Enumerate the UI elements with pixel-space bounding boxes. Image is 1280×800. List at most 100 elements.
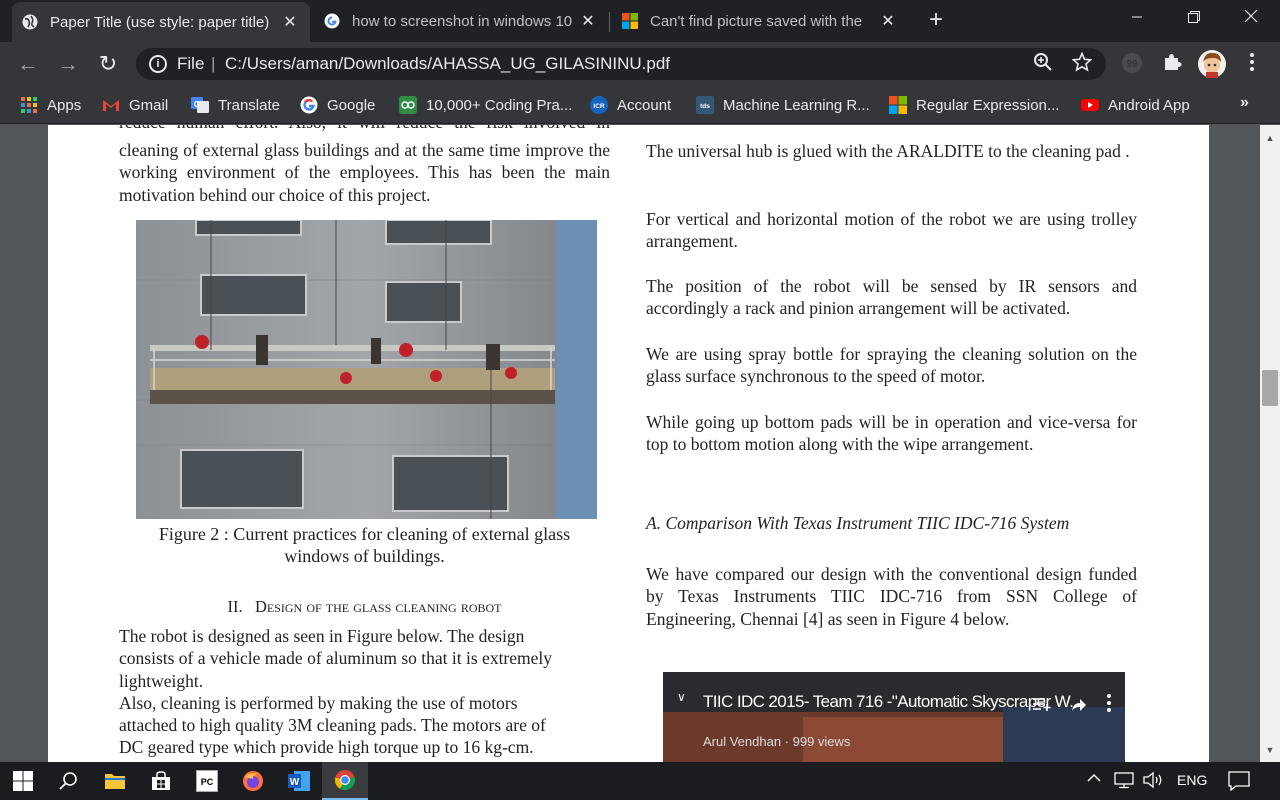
bookmark-label: 10,000+ Coding Pra... xyxy=(426,96,573,114)
reload-button[interactable]: ↻ xyxy=(94,50,122,78)
language-indicator[interactable]: ENG xyxy=(1177,772,1207,788)
extension-chat-icon[interactable]: 99 xyxy=(1120,52,1144,76)
volume-icon[interactable] xyxy=(1143,771,1165,792)
google-icon xyxy=(324,13,340,29)
bookmark-regular-expression[interactable]: Regular Expression... xyxy=(889,94,1059,116)
close-window-button[interactable] xyxy=(1222,0,1279,38)
embedded-video[interactable]: ∨ TIIC IDC 2015- Team 716 -"Automatic Sk… xyxy=(663,672,1125,762)
word-button[interactable]: W xyxy=(276,762,322,800)
queue-icon[interactable] xyxy=(1033,696,1051,717)
info-icon[interactable]: i xyxy=(149,55,167,73)
svg-text:ICR: ICR xyxy=(593,103,605,110)
store-button[interactable] xyxy=(138,762,184,800)
tab-title: how to screenshot in windows 10 xyxy=(352,12,573,30)
bookmark-coding-practice[interactable]: 10,000+ Coding Pra... xyxy=(399,94,572,116)
bookmark-label: Apps xyxy=(47,96,82,114)
tab-screenshot-search[interactable]: how to screenshot in windows 10 ✕ xyxy=(314,3,608,39)
scheme-separator: | xyxy=(211,54,216,73)
bookmark-star-icon[interactable] xyxy=(1070,51,1094,76)
windows-logo-icon xyxy=(13,771,33,791)
video-menu-icon[interactable] xyxy=(1107,694,1111,717)
store-bag-icon xyxy=(152,771,170,790)
bookmark-label: Account xyxy=(617,96,672,114)
network-icon[interactable] xyxy=(1114,771,1134,792)
caption-line-2: windows of buildings. xyxy=(284,546,445,566)
chevron-down-icon[interactable]: ∨ xyxy=(677,690,686,704)
cut-off-line: reduce human effort. Also, it will reduc… xyxy=(119,125,610,133)
pc-icon: PC xyxy=(196,770,218,792)
tab-close-icon[interactable]: ✕ xyxy=(878,11,898,31)
globe-icon xyxy=(22,14,38,30)
tab-strip: Paper Title (use style: paper title) ✕ h… xyxy=(0,0,1280,42)
new-tab-button[interactable]: + xyxy=(922,6,950,34)
restore-button[interactable] xyxy=(1165,0,1222,38)
extensions-puzzle-icon[interactable] xyxy=(1160,52,1184,76)
tab-close-icon[interactable]: ✕ xyxy=(280,12,300,32)
bookmark-label: Regular Expression... xyxy=(916,96,1060,114)
search-icon xyxy=(59,772,77,790)
design-line: consists of a vehicle made of aluminum s… xyxy=(119,648,553,669)
minimize-icon xyxy=(1131,16,1142,18)
scroll-up-icon[interactable]: ▲ xyxy=(1260,133,1280,143)
forward-button[interactable]: → xyxy=(54,50,82,78)
section-title: Design of the glass cleaning robot xyxy=(254,597,502,616)
chrome-button[interactable] xyxy=(322,762,368,800)
tab-close-icon[interactable]: ✕ xyxy=(578,11,598,31)
tab-cant-find-picture[interactable]: Can't find picture saved with the ✕ xyxy=(612,3,908,39)
svg-text:G: G xyxy=(194,100,200,109)
search-button[interactable] xyxy=(46,762,92,800)
bookmark-label: Translate xyxy=(218,96,280,114)
bookmark-account[interactable]: ICR Account xyxy=(590,94,671,116)
scroll-down-icon[interactable]: ▼ xyxy=(1260,745,1280,755)
coding-icon xyxy=(399,96,417,114)
video-title[interactable]: TIIC IDC 2015- Team 716 -"Automatic Skys… xyxy=(703,692,1082,712)
bookmark-machine-learning[interactable]: tds Machine Learning R... xyxy=(696,94,870,116)
start-button[interactable] xyxy=(0,762,46,800)
design-line: Also, cleaning is performed by making th… xyxy=(119,692,518,713)
design-line: DC geared type which provide high torque… xyxy=(119,737,534,758)
pdf-viewer[interactable]: reduce human effort. Also, it will reduc… xyxy=(0,125,1260,762)
chevron-up-icon[interactable] xyxy=(1086,771,1102,788)
chrome-icon xyxy=(334,770,355,791)
tab-paper-title[interactable]: Paper Title (use style: paper title) ✕ xyxy=(12,2,310,42)
tab-title: Can't find picture saved with the xyxy=(650,12,863,30)
bookmarks-overflow-button[interactable]: » xyxy=(1240,94,1249,112)
menu-kebab-icon[interactable] xyxy=(1240,52,1264,76)
url-text[interactable]: C:/Users/aman/Downloads/AHASSA_UG_GILASI… xyxy=(225,54,670,74)
file-explorer-button[interactable] xyxy=(92,762,138,800)
paragraph-ir-sensors: The position of the robot will be sensed… xyxy=(646,276,1137,319)
close-icon xyxy=(1244,9,1257,23)
bookmark-label: Machine Learning R... xyxy=(723,96,870,114)
browser-toolbar: ← → ↻ i File | C:/Users/aman/Downloads/A… xyxy=(0,42,1280,86)
zoom-icon[interactable] xyxy=(1031,52,1055,76)
design-line: attached to high quality 3M cleaning pad… xyxy=(119,715,546,736)
section-number: II. xyxy=(227,597,243,616)
paragraph-trolley: For vertical and horizontal motion of th… xyxy=(646,209,1137,252)
share-icon[interactable] xyxy=(1071,698,1087,717)
paragraph-spray: We are using spray bottle for spraying t… xyxy=(646,344,1137,387)
paragraph-pads: While going up bottom pads will be in op… xyxy=(646,412,1137,455)
bookmark-android-app[interactable]: Android App xyxy=(1081,94,1190,116)
tab-divider xyxy=(609,12,610,32)
bookmark-apps[interactable]: Apps xyxy=(20,94,81,116)
address-bar[interactable]: i File | C:/Users/aman/Downloads/AHASSA_… xyxy=(136,48,1106,80)
microsoft-icon xyxy=(889,96,907,114)
scrollbar-thumb[interactable] xyxy=(1262,370,1278,406)
design-paragraphs: The robot is designed as seen in Figure … xyxy=(119,625,610,759)
notifications-icon[interactable] xyxy=(1228,771,1250,794)
bookmark-translate[interactable]: G Translate xyxy=(191,94,280,116)
caption-line-1: Figure 2 : Current practices for cleanin… xyxy=(158,524,571,544)
vertical-scrollbar[interactable]: ▲ ▼ xyxy=(1260,125,1280,762)
bookmark-gmail[interactable]: Gmail xyxy=(102,94,168,116)
minimize-button[interactable] xyxy=(1108,0,1165,38)
pc-app-button[interactable]: PC xyxy=(184,762,230,800)
back-button[interactable]: ← xyxy=(14,50,42,78)
subsection-heading: A. Comparison With Texas Instrument TIIC… xyxy=(646,513,1070,533)
bookmark-google[interactable]: Google xyxy=(300,94,375,116)
profile-avatar[interactable] xyxy=(1198,50,1226,78)
section-heading: II. Design of the glass cleaning robot xyxy=(119,597,610,617)
folder-icon xyxy=(105,774,125,789)
firefox-button[interactable] xyxy=(230,762,276,800)
icr-icon: ICR xyxy=(590,96,608,114)
windows-taskbar: PC W ENG xyxy=(0,762,1280,800)
